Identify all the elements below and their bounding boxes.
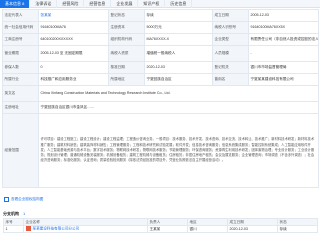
status-label: 登记状态 [108, 9, 145, 22]
row-leader: 王某某 [147, 225, 188, 233]
authority-value: 银川市市场监督管理局 [248, 61, 319, 74]
credit-code-label: 统一社会信用代码 [2, 21, 39, 34]
type-value: 有限责任公司（非自然人投资或控股的法人独资） [248, 33, 319, 46]
branch-table: 序号 企业名称 负责人 地区 成立日期 状态 1 某某建设科技有限公司分公司 王… [3, 218, 318, 233]
row-region: 银川 [187, 225, 228, 233]
org-code-value: MA76XXXX-X [144, 33, 213, 46]
scope-value: 许可项目：建设工程施工；建设工程设计；建设工程监理；工程造价咨询业务。一般项目：… [38, 113, 319, 188]
tab-operation[interactable]: 经营信息 [84, 0, 112, 8]
former-value: 宁夏某某建设科技有限公司 [248, 73, 319, 86]
address-label: 注册地址 [2, 101, 39, 114]
branch-section-title: 分支机构 1 [3, 211, 25, 217]
capital-value: 5000万元 [144, 21, 213, 34]
staff-label: 人员规模 [212, 45, 249, 62]
reg-no-value: 640100200XXXXXX [38, 33, 109, 46]
taxpayer-label: 纳税人识别号 [212, 21, 249, 34]
tab-basic-info[interactable]: 基本信息 8 [0, 0, 31, 8]
insured-value: 0 [38, 61, 109, 74]
row-name-text: 某某建设科技有限公司分公司 [32, 226, 80, 231]
taxpayer-qual-label: 纳税人资质 [108, 45, 145, 62]
row-no: 1 [3, 225, 24, 233]
col-leader: 负责人 [147, 218, 188, 226]
term-label: 营业期限 [2, 45, 39, 62]
row-date: 2020-12-03 [227, 225, 278, 233]
summary-text: 查看企业股权结构图 [11, 197, 44, 201]
row-status: 存续 [277, 225, 318, 233]
credit-code-value: 91640100MA76 [38, 21, 109, 34]
date-value: 2005-12-03 [248, 9, 319, 22]
english-label: 英文名 [2, 85, 39, 102]
insured-label: 参保人数 [2, 61, 39, 74]
address-value: 宁夏回族自治区银川市金凤区…… [38, 101, 319, 114]
legal-rep-label: 法定代表人 [2, 9, 39, 22]
term-value: 2005-12-03 至 无固定期限 [38, 45, 109, 62]
tab-history[interactable]: 历史信息 [165, 0, 193, 8]
approval-value: 2020-12-03 [144, 61, 213, 74]
industry-label: 所属行业 [2, 73, 39, 86]
tab-risk[interactable]: 经营风险 [57, 0, 85, 8]
taxpayer-qual-value: 增值税一般纳税人 [144, 45, 213, 62]
legal-rep-value[interactable]: 张某某 [38, 9, 109, 22]
scope-text: 许可项目：建设工程施工；建设工程设计；建设工程监理；工程造价咨询业务。一般项目：… [40, 137, 315, 163]
company-logo-icon [25, 226, 31, 232]
table-row: 1 某某建设科技有限公司分公司 王某某 银川 2020-12-03 存续 [3, 225, 318, 233]
status-value: 存续 [144, 9, 213, 22]
region-label: 所属地区 [108, 73, 145, 86]
approval-label: 核准日期 [108, 61, 145, 74]
reg-no-label: 工商注册号 [2, 33, 39, 46]
capital-label: 注册资本 [108, 21, 145, 34]
col-status: 状态 [277, 218, 318, 226]
chart-icon [4, 196, 9, 202]
staff-value: - [248, 45, 319, 62]
industry-value: 科技推广和应用服务业 [38, 73, 109, 86]
branch-count: 1 [23, 211, 26, 216]
summary-link[interactable]: 查看企业股权结构图 [4, 196, 43, 202]
date-label: 成立日期 [212, 9, 249, 22]
branch-title-text: 分支机构 [3, 211, 19, 216]
scope-label: 经营范围 [2, 113, 39, 188]
col-no: 序号 [3, 218, 24, 226]
english-value: China Xinfang Construction Materials and… [38, 85, 319, 102]
org-code-label: 组织机构代码 [108, 33, 145, 46]
tab-ip[interactable]: 知识产权 [138, 0, 166, 8]
authority-label: 登记机关 [212, 61, 249, 74]
taxpayer-value: 91640100MA76XX5X [248, 21, 319, 34]
col-date: 成立日期 [227, 218, 278, 226]
former-label: 曾用名 [212, 73, 249, 86]
type-label: 企业类型 [212, 33, 249, 46]
col-name: 企业名称 [23, 218, 148, 226]
row-name[interactable]: 某某建设科技有限公司分公司 [23, 225, 148, 233]
business-info-table: 法定代表人 张某某 登记状态 存续 成立日期 2005-12-03 统一社会信用… [2, 9, 319, 188]
page-root: 基本信息 8 法律诉讼 经营风险 经营信息 企业发展 知识产权 历史信息 法定代… [0, 0, 320, 240]
col-region: 地区 [187, 218, 228, 226]
region-value: 宁夏回族自治区 [144, 73, 213, 86]
tab-legal[interactable]: 法律诉讼 [30, 0, 58, 8]
tab-development[interactable]: 企业发展 [111, 0, 139, 8]
tab-bar: 基本信息 8 法律诉讼 经营风险 经营信息 企业发展 知识产权 历史信息 [0, 0, 320, 8]
